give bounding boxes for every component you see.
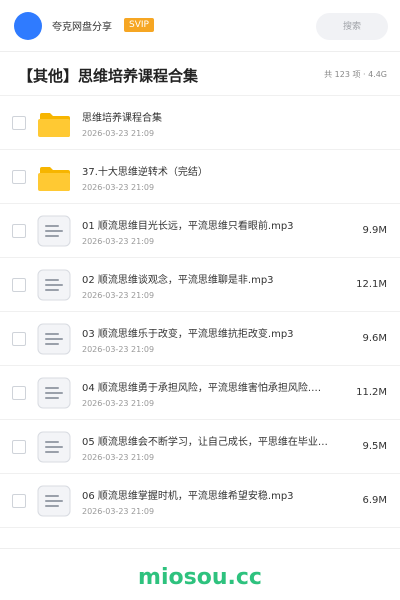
file-name[interactable]: 思维培养课程合集 [82,112,352,125]
file-row[interactable]: 37.十大思维逆转术（完结） 2026-03-23 21:09 [0,150,400,204]
search-input[interactable] [316,13,388,40]
file-name[interactable]: 01 顺流思维目光长远，平流思维只看眼前.mp3 [82,220,352,233]
file-date: 2026-03-23 21:09 [82,183,155,192]
file-size: 9.9M [362,225,387,236]
folder-icon [37,107,71,139]
file-row[interactable]: 05 顺流思维会不断学习，让自己成长，平思维在毕业… 2026-03-23 21:… [0,420,400,474]
select-checkbox[interactable] [12,332,26,346]
select-checkbox[interactable] [12,494,26,508]
file-date: 2026-03-23 21:09 [82,291,155,300]
select-checkbox[interactable] [12,386,26,400]
audio-file-icon [37,269,71,301]
site-name: 夸克网盘分享 [52,22,112,33]
file-row[interactable]: 02 顺流思维谈观念，平流思维聊是非.mp3 2026-03-23 21:09 12… [0,258,400,312]
audio-file-icon [37,323,71,355]
svip-badge: SVIP [124,18,154,32]
select-checkbox[interactable] [12,116,26,130]
folder-icon [37,161,71,193]
file-size: 9.6M [362,333,387,344]
file-row[interactable]: 01 顺流思维目光长远，平流思维只看眼前.mp3 2026-03-23 21:09… [0,204,400,258]
file-size: 12.1M [356,279,387,290]
share-meta: 共 123 项 · 4.4G [324,70,387,79]
page-title: 【其他】思维培养课程合集 [18,67,199,85]
select-checkbox[interactable] [12,170,26,184]
file-date: 2026-03-23 21:09 [82,237,155,246]
file-list: 思维培养课程合集 2026-03-23 21:09 37.十大思维逆转术（完结） 20… [0,96,400,528]
file-name[interactable]: 02 顺流思维谈观念，平流思维聊是非.mp3 [82,274,352,287]
file-size: 11.2M [356,387,387,398]
audio-file-icon [37,485,71,517]
file-size: 6.9M [362,495,387,506]
file-row[interactable]: 04 顺流思维勇于承担风险，平流思维害怕承担风险.… 2026-03-23 21:… [0,366,400,420]
file-name[interactable]: 05 顺流思维会不断学习，让自己成长，平思维在毕业… [82,436,352,449]
file-name[interactable]: 03 顺流思维乐于改变，平流思维抗拒改变.mp3 [82,328,352,341]
file-date: 2026-03-23 21:09 [82,345,155,354]
select-checkbox[interactable] [12,224,26,238]
file-row[interactable]: 03 顺流思维乐于改变，平流思维抗拒改变.mp3 2026-03-23 21:09… [0,312,400,366]
file-row[interactable]: 06 顺流思维掌握时机，平流思维希望安稳.mp3 2026-03-23 21:09… [0,474,400,528]
share-title-row: 【其他】思维培养课程合集 共 123 项 · 4.4G [0,52,400,96]
file-date: 2026-03-23 21:09 [82,453,155,462]
file-date: 2026-03-23 21:09 [82,129,155,138]
file-name[interactable]: 06 顺流思维掌握时机，平流思维希望安稳.mp3 [82,490,352,503]
select-checkbox[interactable] [12,440,26,454]
audio-file-icon [37,215,71,247]
file-name[interactable]: 04 顺流思维勇于承担风险，平流思维害怕承担风险.… [82,382,352,395]
file-date: 2026-03-23 21:09 [82,507,155,516]
top-bar: 夸克网盘分享 SVIP [0,0,400,52]
file-row[interactable]: 思维培养课程合集 2026-03-23 21:09 [0,96,400,150]
footer: miosou.cc [0,548,400,600]
audio-file-icon [37,377,71,409]
file-name[interactable]: 37.十大思维逆转术（完结） [82,166,352,179]
avatar[interactable] [14,12,42,40]
file-date: 2026-03-23 21:09 [82,399,155,408]
audio-file-icon [37,431,71,463]
file-size: 9.5M [362,441,387,452]
select-checkbox[interactable] [12,278,26,292]
brand-watermark: miosou.cc [138,565,262,590]
